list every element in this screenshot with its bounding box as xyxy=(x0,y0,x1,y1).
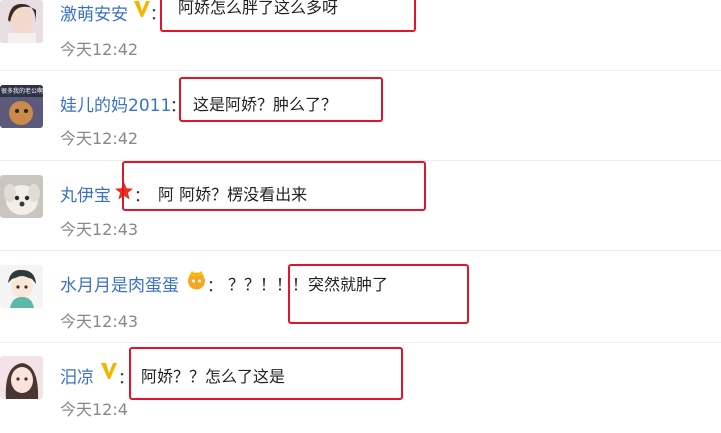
vip-v-badge-icon xyxy=(133,0,151,22)
username[interactable]: 丸伊宝 xyxy=(60,181,111,206)
vip-v-badge-icon xyxy=(100,360,118,384)
highlight-box xyxy=(122,161,426,211)
comment-time: 今天12:43 xyxy=(60,220,139,239)
avatar[interactable] xyxy=(0,265,43,308)
crown-badge-icon xyxy=(186,269,207,294)
avatar[interactable]: 很多我的老公啊 xyxy=(0,85,43,128)
highlight-box xyxy=(160,0,416,32)
username[interactable]: 水月月是肉蛋蛋 xyxy=(60,271,179,296)
username[interactable]: 汨凉 xyxy=(60,363,94,388)
highlight-box xyxy=(288,264,469,324)
avatar[interactable] xyxy=(0,356,43,399)
comment-time: 今天12:4 xyxy=(60,400,128,419)
comment-time: 今天12:42 xyxy=(60,129,139,148)
highlight-box xyxy=(129,347,403,400)
comment-time: 今天12:43 xyxy=(60,312,139,331)
avatar[interactable] xyxy=(0,0,43,43)
comment-time: 今天12:42 xyxy=(60,40,139,59)
highlight-box xyxy=(179,77,383,122)
avatar[interactable] xyxy=(0,175,43,218)
username[interactable]: 激萌安安 xyxy=(60,0,128,25)
colon: ： xyxy=(207,276,224,295)
username[interactable]: 娃儿的妈2011 xyxy=(60,91,171,116)
avatar-label: 很多我的老公啊 xyxy=(1,88,43,95)
